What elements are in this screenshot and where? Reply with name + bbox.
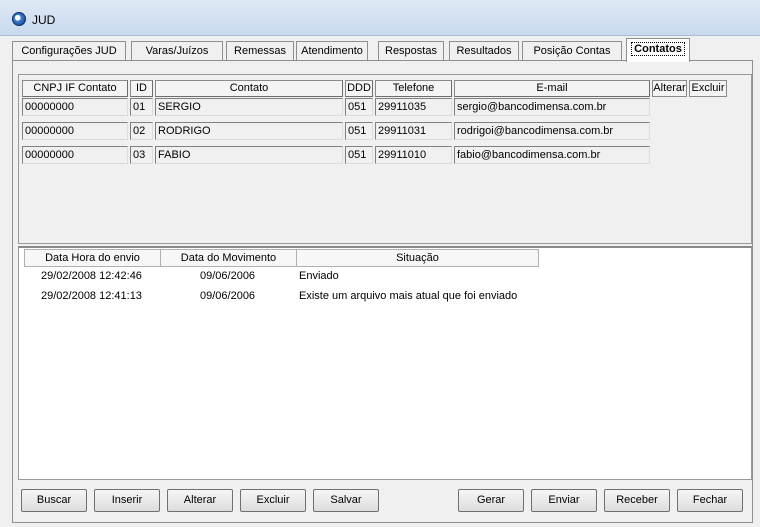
window-title: JUD bbox=[32, 13, 56, 27]
search-button[interactable]: Buscar bbox=[21, 489, 87, 512]
contact-ddd-field[interactable]: 051 bbox=[345, 146, 373, 164]
title-bar: JUD bbox=[0, 0, 760, 36]
generate-button[interactable]: Gerar bbox=[458, 489, 524, 512]
contact-email-field[interactable]: fabio@bancodimensa.com.br bbox=[454, 146, 650, 164]
log-status: Enviado bbox=[299, 270, 339, 282]
column-header-ddd: DDD bbox=[345, 80, 373, 97]
contact-name-field[interactable]: SERGIO bbox=[155, 98, 343, 116]
contact-id-field[interactable]: 02 bbox=[130, 122, 153, 140]
column-header-cnpj: CNPJ IF Contato bbox=[22, 80, 128, 97]
close-button[interactable]: Fechar bbox=[677, 489, 743, 512]
contact-cnpj-field[interactable]: 00000000 bbox=[22, 98, 128, 116]
app-icon bbox=[12, 12, 26, 26]
column-header-data-movimento[interactable]: Data do Movimento bbox=[160, 249, 297, 267]
receive-button[interactable]: Receber bbox=[604, 489, 670, 512]
contact-phone-field[interactable]: 29911010 bbox=[375, 146, 452, 164]
tab-label: Contatos bbox=[631, 42, 685, 56]
insert-button[interactable]: Inserir bbox=[94, 489, 160, 512]
tab-remessas[interactable]: Remessas bbox=[226, 41, 294, 61]
delete-button[interactable]: Excluir bbox=[240, 489, 306, 512]
tab-posicao-contas[interactable]: Posição Contas bbox=[522, 41, 622, 61]
tab-configuracoes-jud[interactable]: Configurações JUD bbox=[12, 41, 126, 61]
contact-ddd-field[interactable]: 051 bbox=[345, 122, 373, 140]
log-send-datetime: 29/02/2008 12:42:46 bbox=[41, 270, 142, 282]
tab-label: Atendimento bbox=[301, 45, 363, 57]
tab-atendimento[interactable]: Atendimento bbox=[296, 41, 368, 61]
contact-name-field[interactable]: FABIO bbox=[155, 146, 343, 164]
row-edit-button[interactable]: Alterar bbox=[652, 80, 687, 97]
log-status: Existe um arquivo mais atual que foi env… bbox=[299, 290, 518, 302]
tab-respostas[interactable]: Respostas bbox=[378, 41, 444, 61]
contact-phone-field[interactable]: 29911035 bbox=[375, 98, 452, 116]
column-header-data-hora-envio[interactable]: Data Hora do envio bbox=[24, 249, 161, 267]
tab-label: Configurações JUD bbox=[21, 45, 117, 57]
contact-id-field[interactable]: 01 bbox=[130, 98, 153, 116]
column-header-contato: Contato bbox=[155, 80, 343, 97]
tab-resultados[interactable]: Resultados bbox=[449, 41, 519, 61]
contact-email-field[interactable]: sergio@bancodimensa.com.br bbox=[454, 98, 650, 116]
tab-varas-juizos[interactable]: Varas/Juízos bbox=[131, 41, 223, 61]
send-button[interactable]: Enviar bbox=[531, 489, 597, 512]
contact-phone-field[interactable]: 29911031 bbox=[375, 122, 452, 140]
tab-label: Posição Contas bbox=[533, 45, 611, 57]
contact-ddd-field[interactable]: 051 bbox=[345, 98, 373, 116]
save-button[interactable]: Salvar bbox=[313, 489, 379, 512]
tab-label: Varas/Juízos bbox=[145, 45, 209, 57]
column-header-email: E-mail bbox=[454, 80, 650, 97]
tab-label: Respostas bbox=[385, 45, 437, 57]
row-delete-button[interactable]: Excluir bbox=[689, 80, 727, 97]
contact-id-field[interactable]: 03 bbox=[130, 146, 153, 164]
tab-strip: Configurações JUD Varas/Juízos Remessas … bbox=[12, 38, 752, 62]
tab-label: Resultados bbox=[456, 45, 512, 57]
column-header-id: ID bbox=[130, 80, 153, 97]
edit-button[interactable]: Alterar bbox=[167, 489, 233, 512]
log-send-datetime: 29/02/2008 12:41:13 bbox=[41, 290, 142, 302]
column-header-telefone: Telefone bbox=[375, 80, 452, 97]
log-movement-date: 09/06/2006 bbox=[200, 290, 256, 302]
contact-email-field[interactable]: rodrigoi@bancodimensa.com.br bbox=[454, 122, 650, 140]
log-movement-date: 09/06/2006 bbox=[200, 270, 256, 282]
tab-contatos[interactable]: Contatos bbox=[626, 38, 690, 62]
tab-label: Remessas bbox=[234, 45, 286, 57]
contact-cnpj-field[interactable]: 00000000 bbox=[22, 122, 128, 140]
contact-cnpj-field[interactable]: 00000000 bbox=[22, 146, 128, 164]
column-header-situacao[interactable]: Situação bbox=[296, 249, 539, 267]
contact-name-field[interactable]: RODRIGO bbox=[155, 122, 343, 140]
